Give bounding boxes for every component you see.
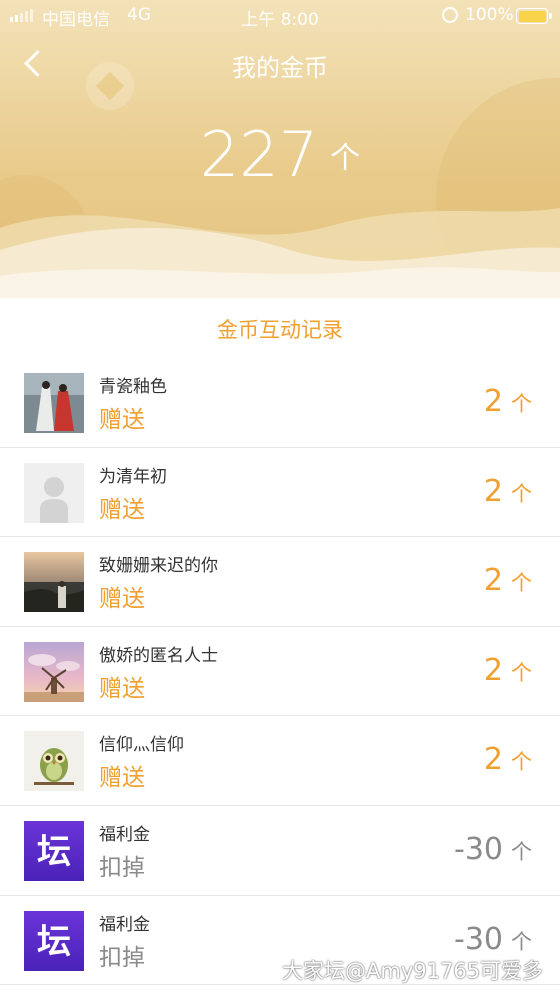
- coin-balance: 227 个: [0, 118, 560, 191]
- user-name: 青瓷釉色: [99, 377, 167, 397]
- record-amount: 2个: [483, 384, 532, 419]
- user-name: 福利金: [99, 914, 150, 935]
- header: 中国电信 4G 上午 8:00 100% 我的金币 227 个: [0, 0, 560, 298]
- photo-figures-icon: [24, 373, 84, 433]
- user-name: 福利金: [99, 824, 150, 845]
- list-item[interactable]: 信仰灬信仰 赠送 2个: [0, 716, 560, 806]
- record-amount: 2个: [483, 742, 532, 778]
- records-list: 青瓷釉色 赠送 2个 为清年初 赠送 2个 致姗姗来迟的你 赠送 2 个 傲娇的…: [0, 358, 560, 986]
- wave-decoration: [0, 208, 560, 298]
- list-item[interactable]: 致姗姗来迟的你 赠送 2个: [0, 537, 560, 627]
- record-action: 扣掉: [99, 944, 145, 971]
- record-amount: -30 个: [454, 831, 532, 867]
- balance-value: 227: [199, 118, 319, 191]
- list-item[interactable]: 坛 福利金 扣掉 -30 个: [0, 806, 560, 896]
- status-bar: 中国电信 4G 上午 8:00 100%: [0, 0, 560, 32]
- list-item[interactable]: 青瓷釉色 赠送 2个: [0, 358, 560, 448]
- user-name: 致姗姗来迟的你: [99, 556, 218, 577]
- battery-percent: 100%: [465, 5, 514, 25]
- forum-logo-icon: 坛: [24, 820, 84, 881]
- user-name: 信仰灬信仰: [99, 735, 184, 756]
- record-amount: 2个: [483, 652, 532, 688]
- svg-text:坛: 坛: [37, 922, 71, 962]
- alarm-icon: [442, 7, 458, 23]
- record-amount: 2个: [483, 473, 532, 509]
- record-amount: 2个: [483, 563, 532, 599]
- default-user-icon: [24, 462, 84, 523]
- record-action: 赠送: [99, 765, 145, 792]
- list-item[interactable]: 傲娇的匿名人士 赠送 2个: [0, 627, 560, 717]
- list-item[interactable]: 为清年初 赠送 2个: [0, 448, 560, 538]
- page-title: 我的金币: [232, 54, 328, 82]
- balance-unit: 个: [330, 140, 361, 176]
- battery-icon: [516, 8, 548, 24]
- battery-cap: [549, 13, 552, 19]
- record-action: 赠送: [99, 586, 145, 613]
- forum-logo-icon: 坛: [24, 910, 84, 971]
- section-title: 金币互动记录: [217, 318, 343, 342]
- user-name: 傲娇的匿名人士: [99, 645, 218, 666]
- user-name: 为清年初: [99, 466, 167, 487]
- watermark: 大家坛@Amy91765可爱多: [282, 959, 544, 983]
- photo-sunset-icon: [24, 552, 84, 613]
- owl-icon: [24, 731, 84, 792]
- record-action: 赠送: [99, 675, 145, 702]
- record-action: 扣掉: [99, 854, 145, 881]
- record-amount: -30 个: [454, 921, 532, 957]
- record-action: 赠送: [99, 407, 145, 433]
- photo-windmill-icon: [24, 641, 84, 702]
- svg-text:坛: 坛: [37, 832, 71, 872]
- record-action: 赠送: [99, 496, 145, 523]
